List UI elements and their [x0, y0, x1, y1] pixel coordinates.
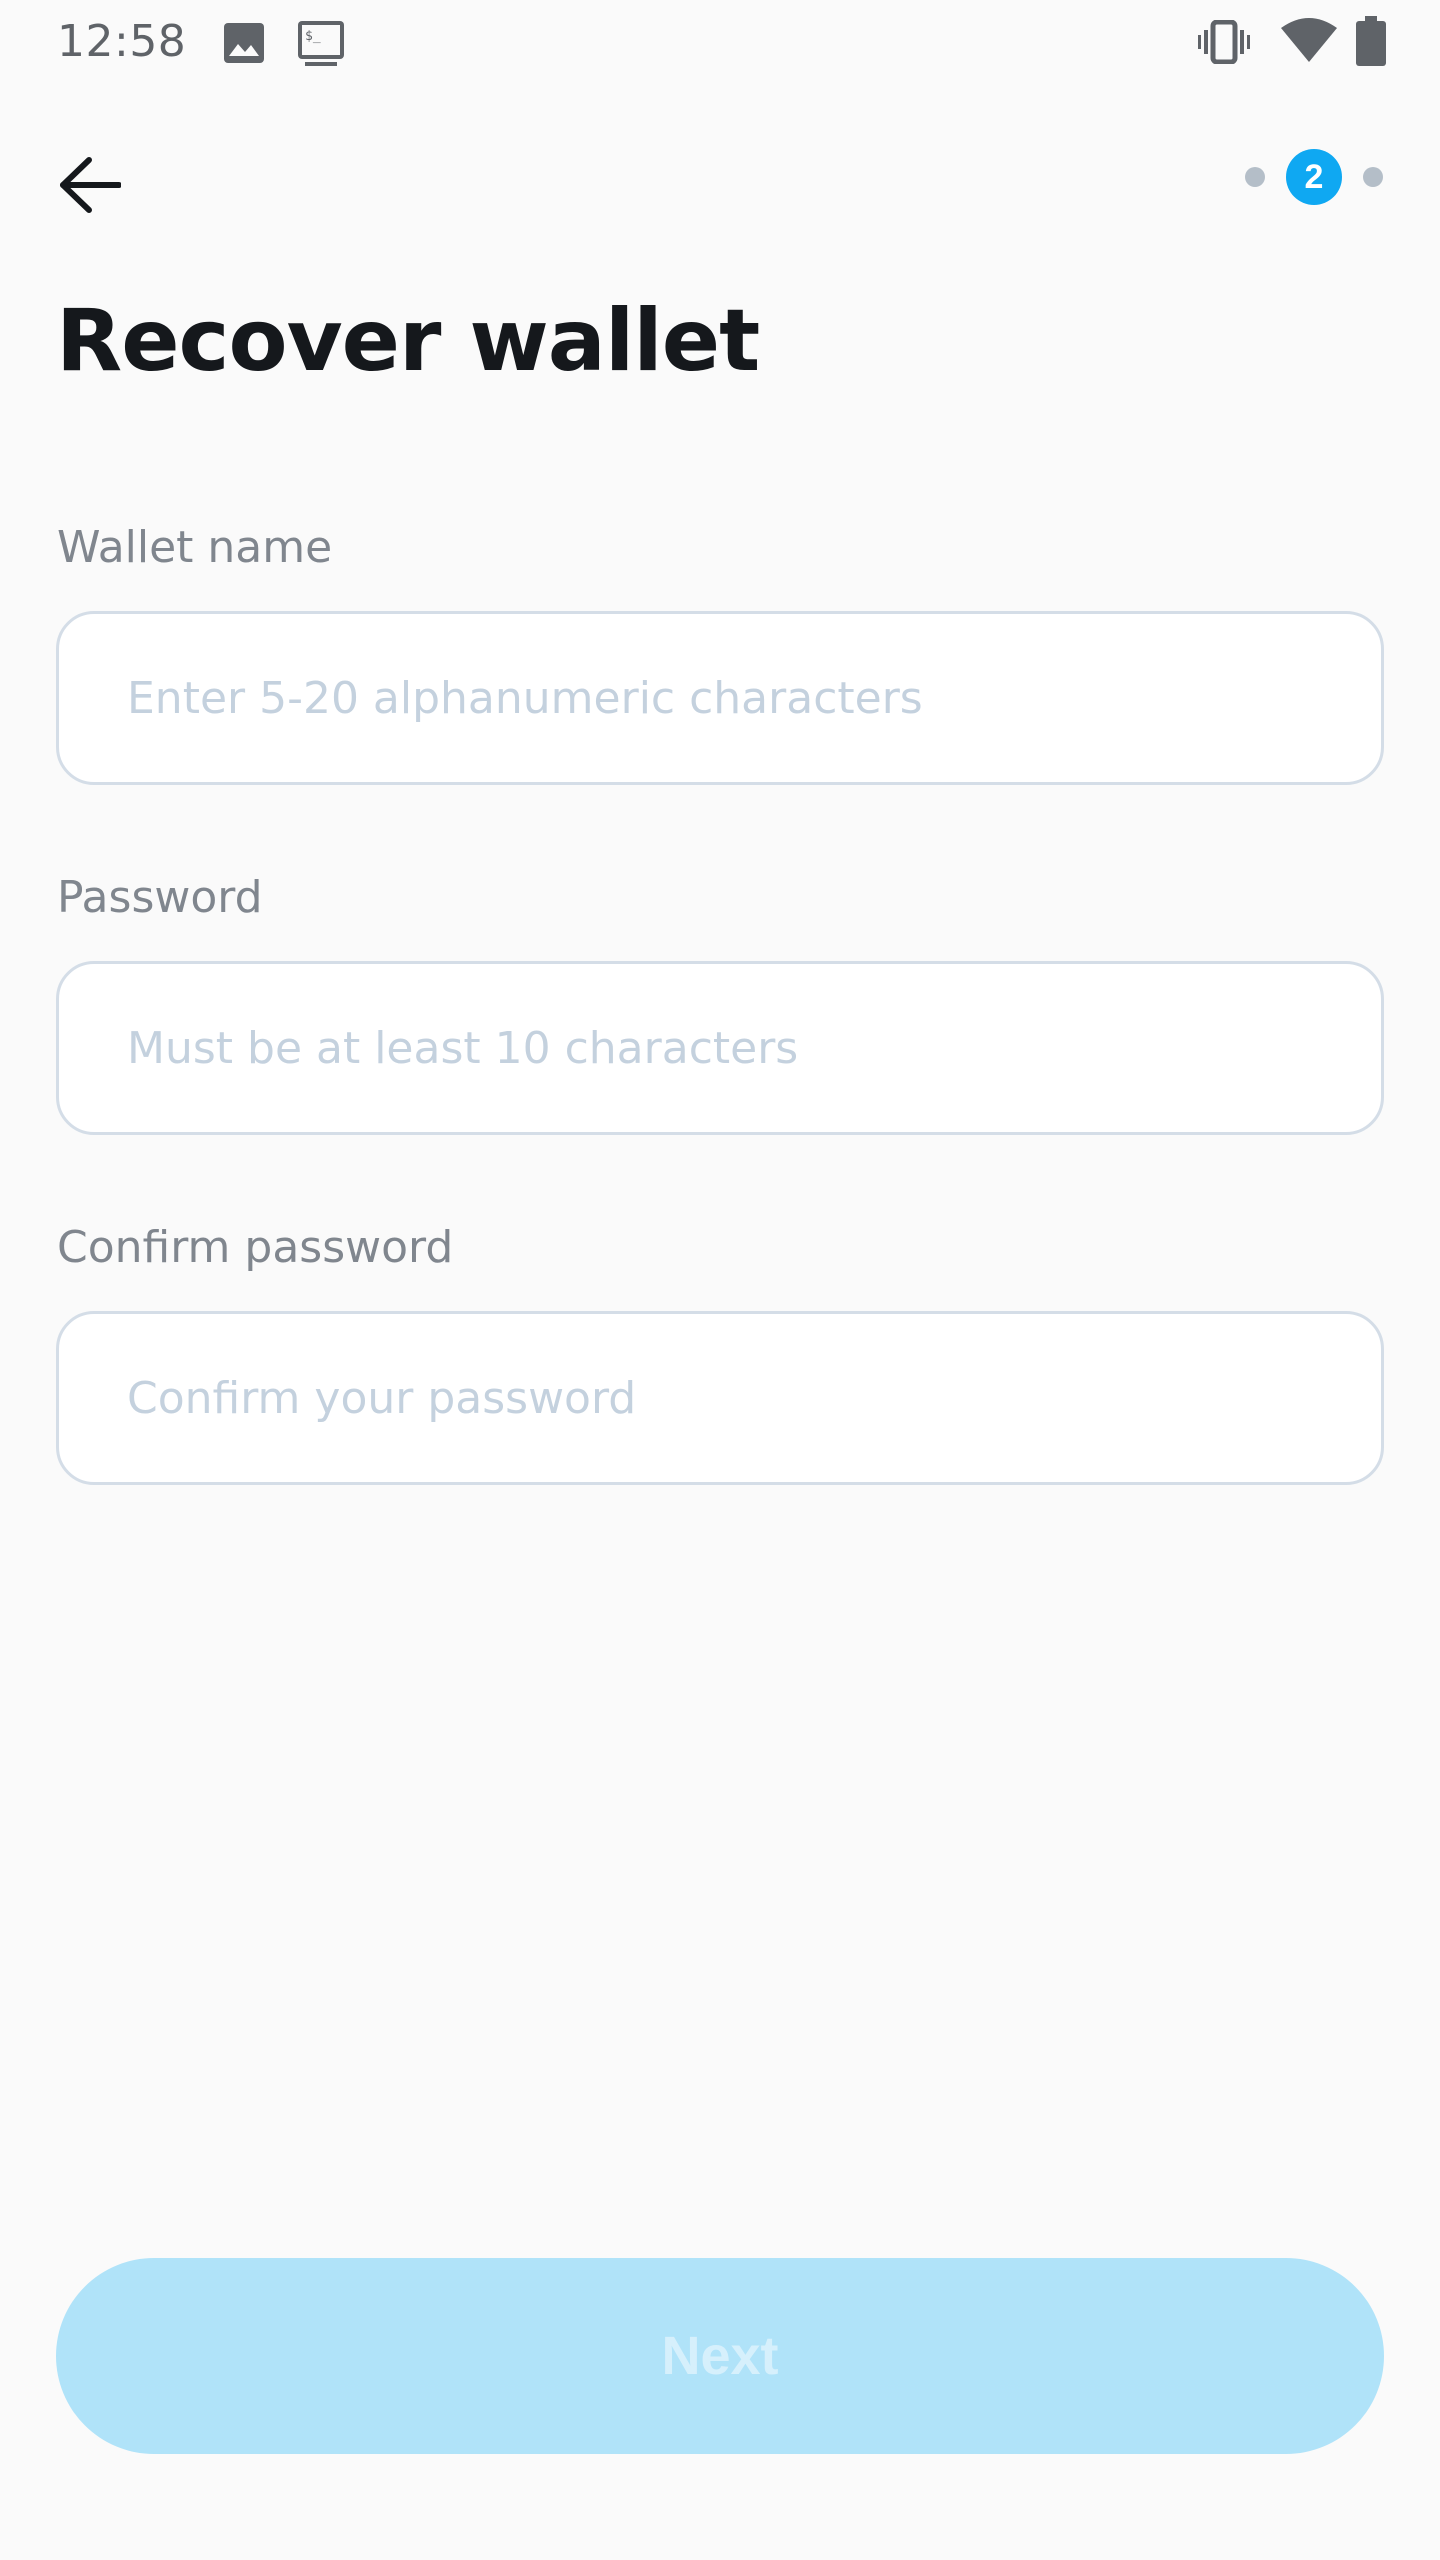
confirm-password-input[interactable] [56, 1311, 1384, 1485]
back-button[interactable] [40, 140, 140, 230]
page-title: Recover wallet [56, 291, 760, 391]
status-time: 12:58 [57, 16, 187, 67]
confirm-password-label: Confirm password [57, 1222, 454, 1273]
step-dot-next [1363, 167, 1383, 187]
terminal-icon: $_ [297, 20, 345, 71]
next-button[interactable]: Next [56, 2258, 1384, 2454]
battery-icon [1356, 16, 1386, 71]
step-current-badge: 2 [1286, 149, 1342, 205]
svg-text:$_: $_ [305, 29, 321, 44]
password-label: Password [57, 872, 263, 923]
top-nav: 2 [0, 120, 1440, 230]
vibrate-icon [1198, 19, 1250, 69]
status-bar: 12:58 $_ [0, 0, 1440, 84]
step-dot-previous [1245, 167, 1265, 187]
wallet-name-label: Wallet name [57, 522, 333, 573]
wallet-name-input[interactable] [56, 611, 1384, 785]
password-input[interactable] [56, 961, 1384, 1135]
arrow-left-icon [60, 157, 121, 213]
image-icon [223, 22, 265, 69]
wifi-icon [1280, 18, 1338, 69]
